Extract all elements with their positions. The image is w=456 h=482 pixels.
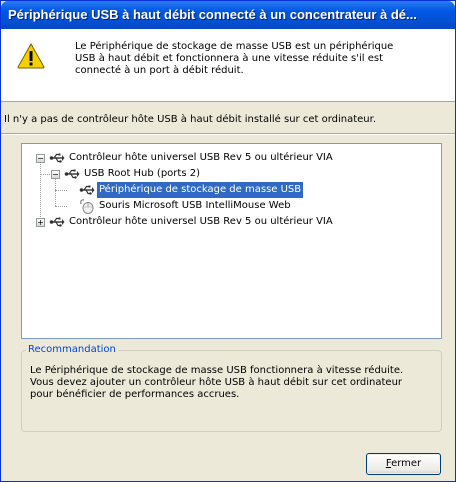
window-title: Périphérique USB à haut débit connecté à…: [8, 7, 417, 22]
tree-item-mass-storage[interactable]: Périphérique de stockage de masse USB: [22, 182, 441, 198]
recommendation-group: Recommandation Le Périphérique de stocka…: [21, 344, 442, 432]
recommendation-text: Le Périphérique de stockage de masse USB…: [30, 365, 404, 400]
tree-item-label: Périphérique de stockage de masse USB: [97, 182, 304, 198]
header-panel: Le Périphérique de stockage de masse USB…: [1, 29, 455, 102]
tree-item-mouse[interactable]: Souris Microsoft USB IntelliMouse Web: [22, 198, 441, 214]
usb-hub-icon: [64, 169, 80, 179]
mouse-icon: [80, 199, 94, 214]
info-text: Il n'y a pas de contrôleur hôte USB à ha…: [4, 114, 377, 125]
recommendation-legend: Recommandation: [26, 344, 118, 355]
title-bar[interactable]: Périphérique USB à haut débit connecté à…: [1, 1, 455, 29]
usb-device-icon: [79, 185, 95, 195]
tree-item-label: Contrôleur hôte universel USB Rev 5 ou u…: [69, 152, 333, 163]
expand-toggle[interactable]: +: [36, 218, 45, 227]
usb-controller-icon: [49, 153, 65, 163]
warning-icon: [17, 43, 45, 69]
usb-controller-icon: [49, 217, 65, 227]
tree-item-label: Souris Microsoft USB IntelliMouse Web: [99, 200, 291, 211]
tree-item-label: USB Root Hub (ports 2): [84, 168, 200, 179]
collapse-toggle[interactable]: −: [36, 154, 45, 163]
tree-item-controller-2[interactable]: + Contrôleur hôte universel USB Rev 5 ou…: [22, 214, 441, 230]
header-message: Le Périphérique de stockage de masse USB…: [75, 41, 394, 76]
close-button[interactable]: Fermer: [366, 453, 441, 475]
tree-item-controller-1[interactable]: − Contrôleur hôte universel USB Rev 5 ou…: [22, 150, 441, 166]
close-button-label: ermer: [391, 458, 422, 469]
collapse-toggle[interactable]: −: [51, 170, 60, 179]
separator: [1, 133, 455, 135]
dialog-window: Périphérique USB à haut débit connecté à…: [0, 0, 456, 482]
tree-item-root-hub[interactable]: − USB Root Hub (ports 2): [22, 166, 441, 182]
device-tree[interactable]: − Contrôleur hôte universel USB Rev 5 ou…: [21, 143, 442, 339]
tree-item-label: Contrôleur hôte universel USB Rev 5 ou u…: [69, 216, 333, 227]
